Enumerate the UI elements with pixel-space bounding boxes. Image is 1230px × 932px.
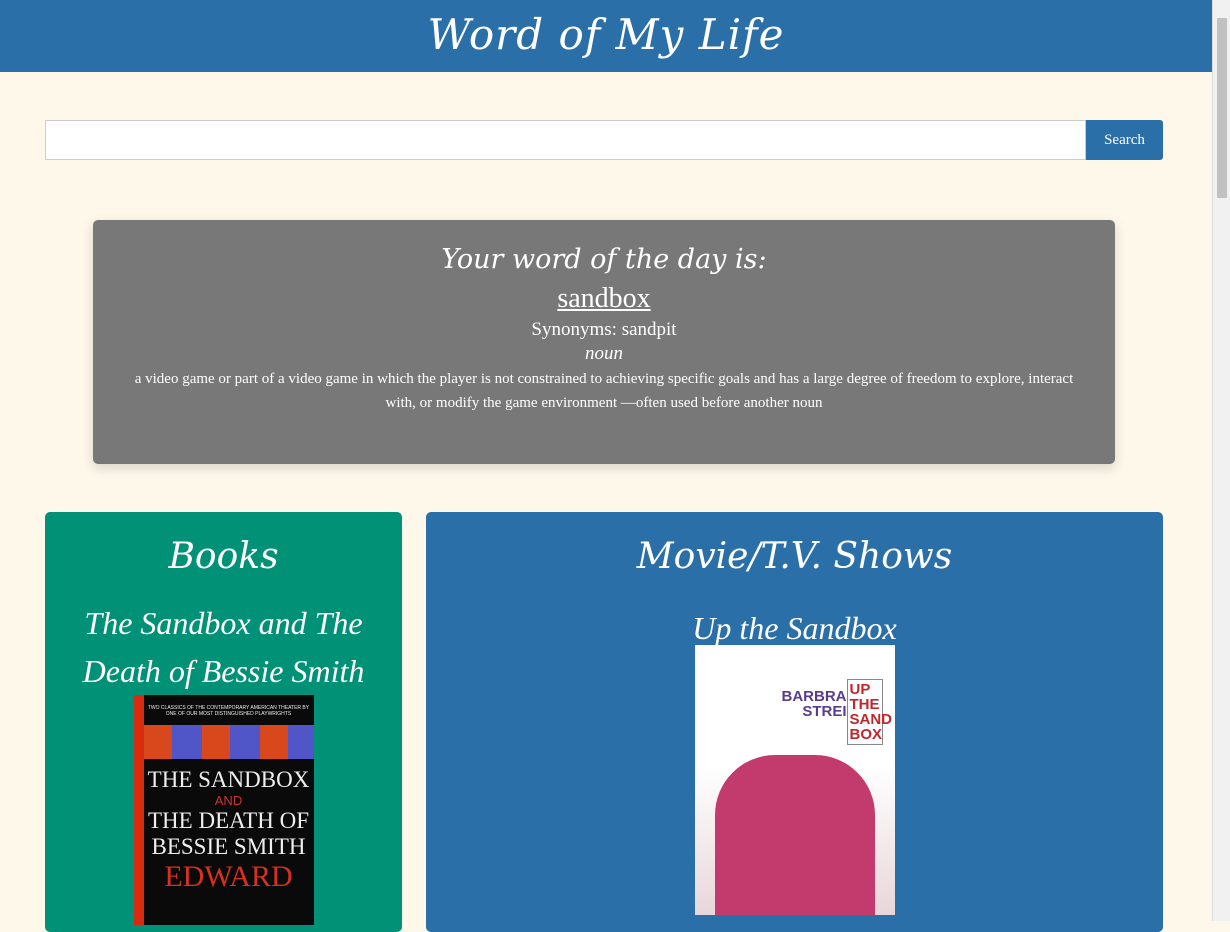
- book-cover-image[interactable]: TWO CLASSICS OF THE CONTEMPORARY AMERICA…: [133, 695, 314, 925]
- search-input[interactable]: [45, 120, 1086, 160]
- cover-art: [143, 725, 314, 759]
- cover-title: THE DEATH OF: [148, 808, 309, 833]
- word-of-day-heading: Your word of the day is:: [441, 244, 767, 275]
- scrollbar-thumb[interactable]: [1217, 18, 1227, 198]
- cover-tagline: TWO CLASSICS OF THE CONTEMPORARY AMERICA…: [147, 705, 310, 717]
- search-bar: Search: [45, 120, 1163, 160]
- site-header: Word of My Life: [0, 0, 1212, 72]
- books-heading: Books: [168, 536, 279, 577]
- movie-poster-image[interactable]: BARBRA STREI UP THE SAND BOX: [694, 645, 895, 915]
- part-of-speech: noun: [585, 343, 623, 364]
- cover-and: AND: [214, 793, 243, 808]
- scrollbar[interactable]: [1212, 0, 1230, 921]
- search-button[interactable]: Search: [1086, 120, 1163, 160]
- definition: a video game or part of a video game in …: [134, 371, 1074, 411]
- poster-figure: [714, 755, 875, 915]
- books-card: Books The Sandbox and The Death of Bessi…: [45, 512, 402, 932]
- synonyms: Synonyms: sandpit: [531, 319, 677, 340]
- movies-card: Movie/T.V. Shows Up the Sandbox BARBRA S…: [426, 512, 1163, 932]
- poster-star: BARBRA STREI: [781, 688, 847, 720]
- cover-author: EDWARD: [164, 860, 293, 893]
- book-title[interactable]: The Sandbox and The Death of Bessie Smit…: [45, 599, 402, 695]
- poster-title: UP THE SAND BOX: [846, 679, 892, 745]
- movie-title[interactable]: Up the Sandbox: [426, 611, 1163, 645]
- word-of-day-panel: Your word of the day is: sandbox Synonym…: [93, 220, 1115, 464]
- site-title: Word of My Life: [427, 10, 785, 59]
- movies-heading: Movie/T.V. Shows: [636, 536, 953, 577]
- cover-title: THE SANDBOX: [147, 767, 310, 792]
- cover-title: BESSIE SMITH: [151, 834, 306, 859]
- word-link[interactable]: sandbox: [557, 283, 650, 315]
